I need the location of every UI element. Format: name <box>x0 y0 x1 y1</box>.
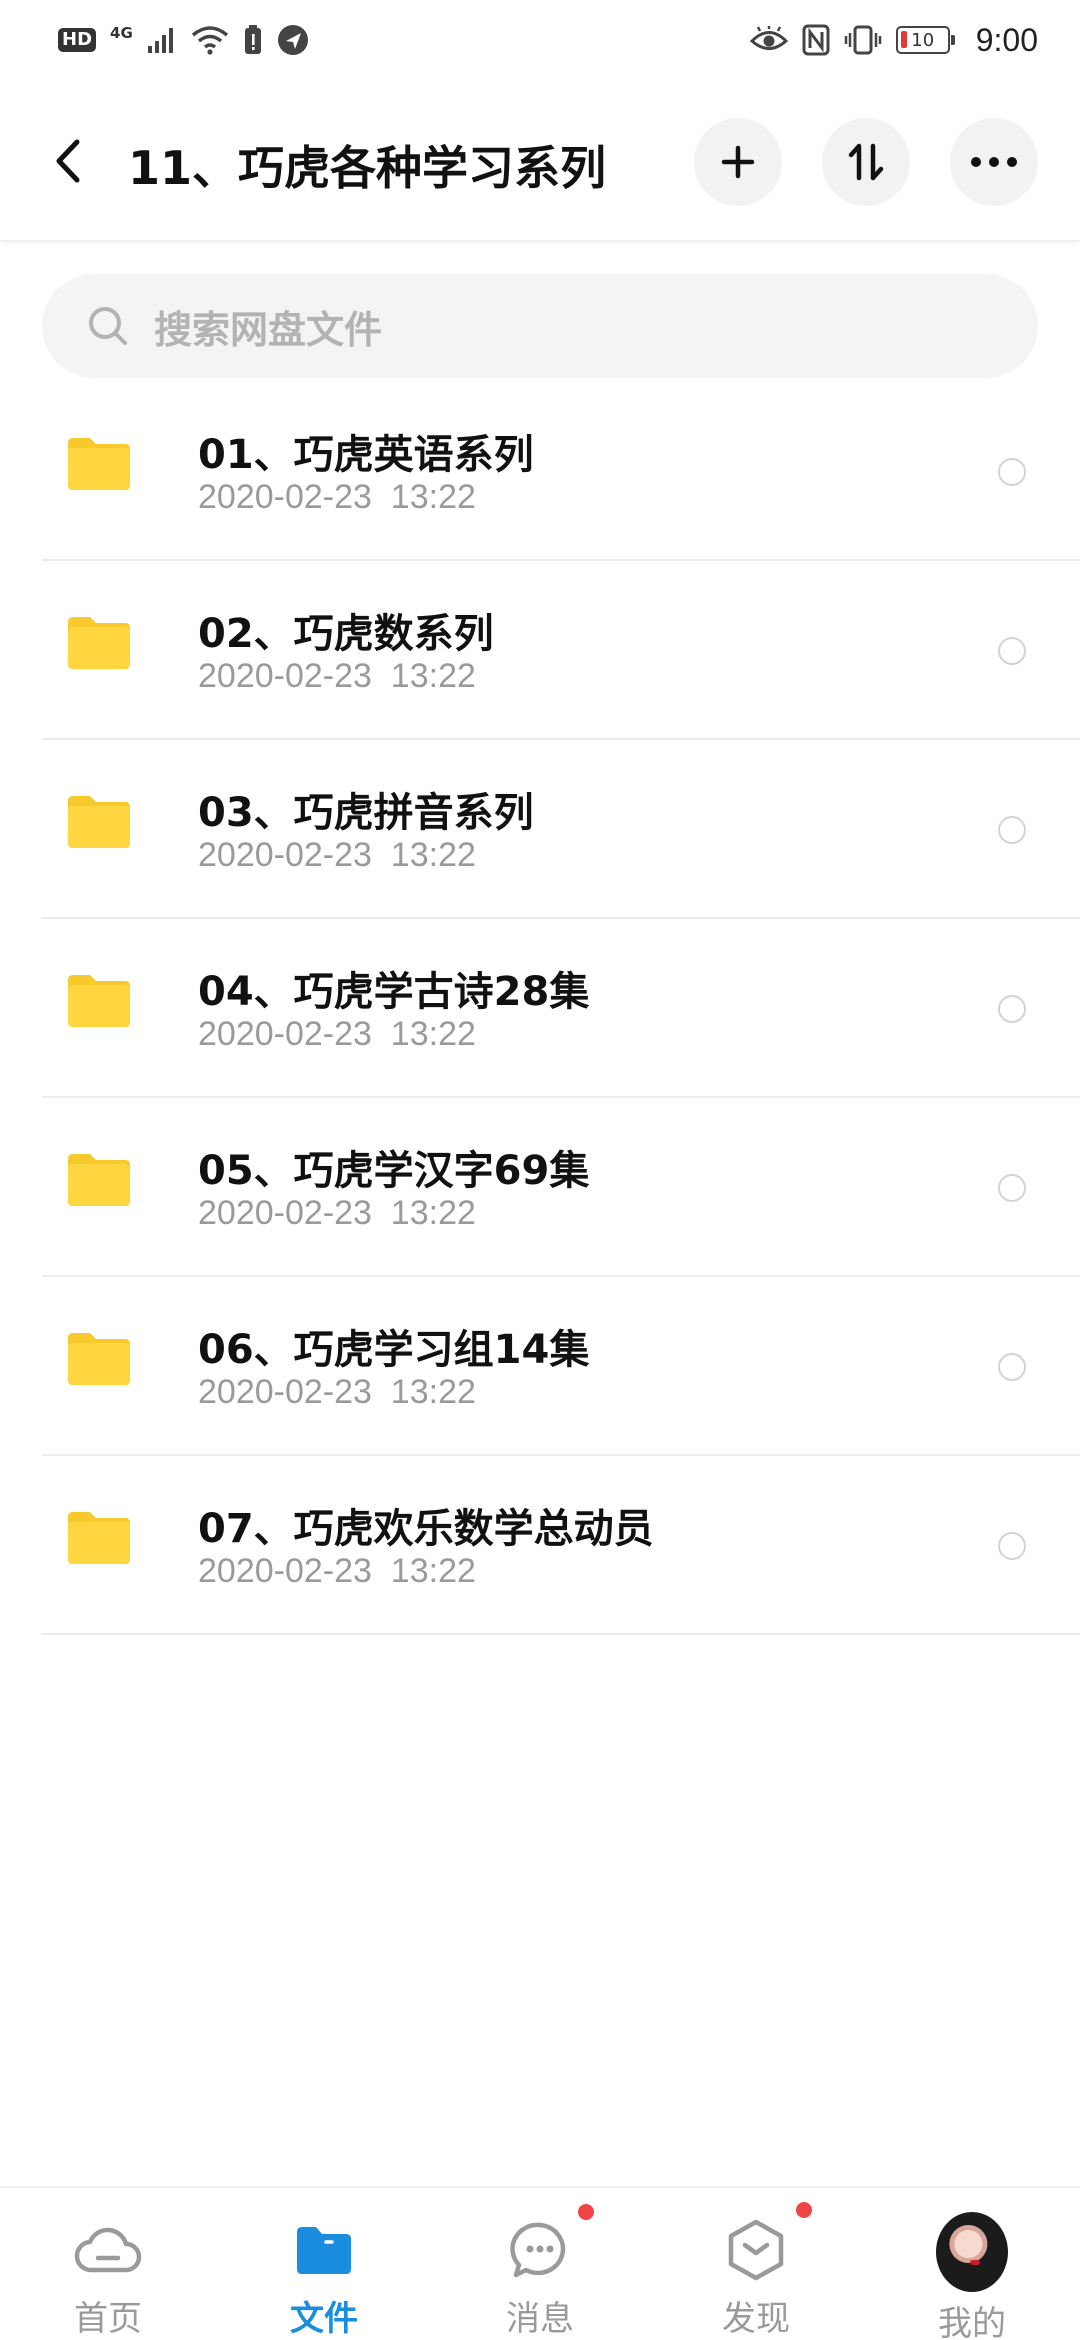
status-bar-left: HD 4G <box>58 20 309 60</box>
nav-profile[interactable]: 我的 <box>864 2188 1080 2340</box>
nav-messages-label: 消息 <box>506 2299 574 2339</box>
bottom-navigation: 首页 文件 消息 发现 我的 <box>0 2186 1080 2340</box>
nav-profile-label: 我的 <box>938 2304 1006 2340</box>
messages-badge-dot <box>578 2204 594 2220</box>
search-icon <box>89 307 127 345</box>
file-list: 01、巧虎英语系列 2020-02-23 13:22 02、巧虎数系列 2020-02… <box>42 382 1080 1635</box>
search-placeholder: 搜索网盘文件 <box>154 307 383 352</box>
clock: 9:00 <box>975 21 1038 58</box>
nav-files-icon-wrap <box>288 2216 360 2283</box>
folder-icon <box>297 2226 351 2274</box>
select-checkbox[interactable] <box>998 1353 1026 1381</box>
select-checkbox[interactable] <box>998 637 1026 665</box>
nav-profile-icon-wrap <box>936 2212 1008 2292</box>
folder-icon <box>68 438 130 490</box>
file-date: 2020-02-23 13:22 <box>198 1373 476 1411</box>
folder-icon <box>68 617 130 669</box>
file-row[interactable]: 07、巧虎欢乐数学总动员 2020-02-23 13:22 <box>42 1456 1080 1635</box>
status-bar: HD 4G 10 9:00 <box>0 0 1080 80</box>
add-button[interactable] <box>694 118 782 206</box>
nav-files[interactable]: 文件 <box>216 2188 432 2340</box>
network-type-label: 4G <box>110 24 133 42</box>
nav-messages-icon-wrap <box>504 2204 594 2283</box>
battery-icon: 10 <box>895 26 955 54</box>
vibrate-icon <box>844 20 882 60</box>
top-app-bar: 11、巧虎各种学习系列 <box>0 80 1080 242</box>
file-date: 2020-02-23 13:22 <box>198 1015 476 1053</box>
select-checkbox[interactable] <box>998 1174 1026 1202</box>
plus-icon <box>721 145 755 179</box>
file-row[interactable]: 04、巧虎学古诗28集 2020-02-23 13:22 <box>42 919 1080 1098</box>
more-dots-icon <box>971 157 1017 167</box>
file-date: 2020-02-23 13:22 <box>198 1552 476 1590</box>
file-row[interactable]: 05、巧虎学汉字69集 2020-02-23 13:22 <box>42 1098 1080 1277</box>
nav-discover[interactable]: 发现 <box>648 2188 864 2340</box>
file-browser-screen: HD 4G 10 9:00 11、巧虎各种学习系列 搜索网盘文件 01、巧虎英语… <box>0 0 1080 2340</box>
select-checkbox[interactable] <box>998 458 1026 486</box>
nav-discover-icon-wrap <box>720 2202 812 2283</box>
file-row[interactable]: 02、巧虎数系列 2020-02-23 13:22 <box>42 561 1080 740</box>
nav-files-label: 文件 <box>290 2299 358 2339</box>
folder-icon <box>68 975 130 1027</box>
signal-icon <box>147 20 177 60</box>
select-checkbox[interactable] <box>998 816 1026 844</box>
file-row[interactable]: 01、巧虎英语系列 2020-02-23 13:22 <box>42 382 1080 561</box>
back-button[interactable] <box>46 130 90 192</box>
folder-icon <box>68 1333 130 1385</box>
file-row[interactable]: 03、巧虎拼音系列 2020-02-23 13:22 <box>42 740 1080 919</box>
nav-home-icon-wrap <box>72 2216 144 2283</box>
file-date: 2020-02-23 13:22 <box>198 657 476 695</box>
search-input[interactable]: 搜索网盘文件 <box>42 274 1038 378</box>
file-name: 05、巧虎学汉字69集 <box>198 1148 590 1194</box>
file-name: 01、巧虎英语系列 <box>198 432 534 478</box>
folder-icon <box>68 796 130 848</box>
more-button[interactable] <box>950 118 1038 206</box>
file-date: 2020-02-23 13:22 <box>198 1194 476 1232</box>
file-name: 03、巧虎拼音系列 <box>198 790 534 836</box>
nav-discover-label: 发现 <box>722 2299 790 2339</box>
file-name: 07、巧虎欢乐数学总动员 <box>198 1506 654 1552</box>
file-row[interactable]: 06、巧虎学习组14集 2020-02-23 13:22 <box>42 1277 1080 1456</box>
file-date: 2020-02-23 13:22 <box>198 836 476 874</box>
avatar <box>936 2212 1008 2292</box>
chevron-left-icon <box>56 139 80 183</box>
chat-icon <box>510 2222 566 2277</box>
hd-icon: HD <box>58 20 97 60</box>
folder-icon <box>68 1512 130 1564</box>
storage-alert-icon <box>243 20 263 60</box>
select-checkbox[interactable] <box>998 1532 1026 1560</box>
nav-home[interactable]: 首页 <box>0 2188 216 2340</box>
nav-messages[interactable]: 消息 <box>432 2188 648 2340</box>
location-app-icon <box>277 20 309 60</box>
sort-icon <box>848 143 884 181</box>
file-name: 04、巧虎学古诗28集 <box>198 969 590 1015</box>
select-checkbox[interactable] <box>998 995 1026 1023</box>
nfc-icon <box>802 20 830 60</box>
nav-home-label: 首页 <box>74 2299 142 2339</box>
file-name: 06、巧虎学习组14集 <box>198 1327 590 1373</box>
wifi-icon <box>191 20 229 60</box>
status-bar-right: 10 9:00 <box>749 20 1038 60</box>
sort-button[interactable] <box>822 118 910 206</box>
file-date: 2020-02-23 13:22 <box>198 478 476 516</box>
discover-icon <box>728 2219 784 2280</box>
discover-badge-dot <box>796 2202 812 2218</box>
file-name: 02、巧虎数系列 <box>198 611 494 657</box>
cloud-icon <box>74 2227 142 2272</box>
page-title: 11、巧虎各种学习系列 <box>128 141 607 195</box>
folder-icon <box>68 1154 130 1206</box>
eye-comfort-icon <box>749 20 788 60</box>
